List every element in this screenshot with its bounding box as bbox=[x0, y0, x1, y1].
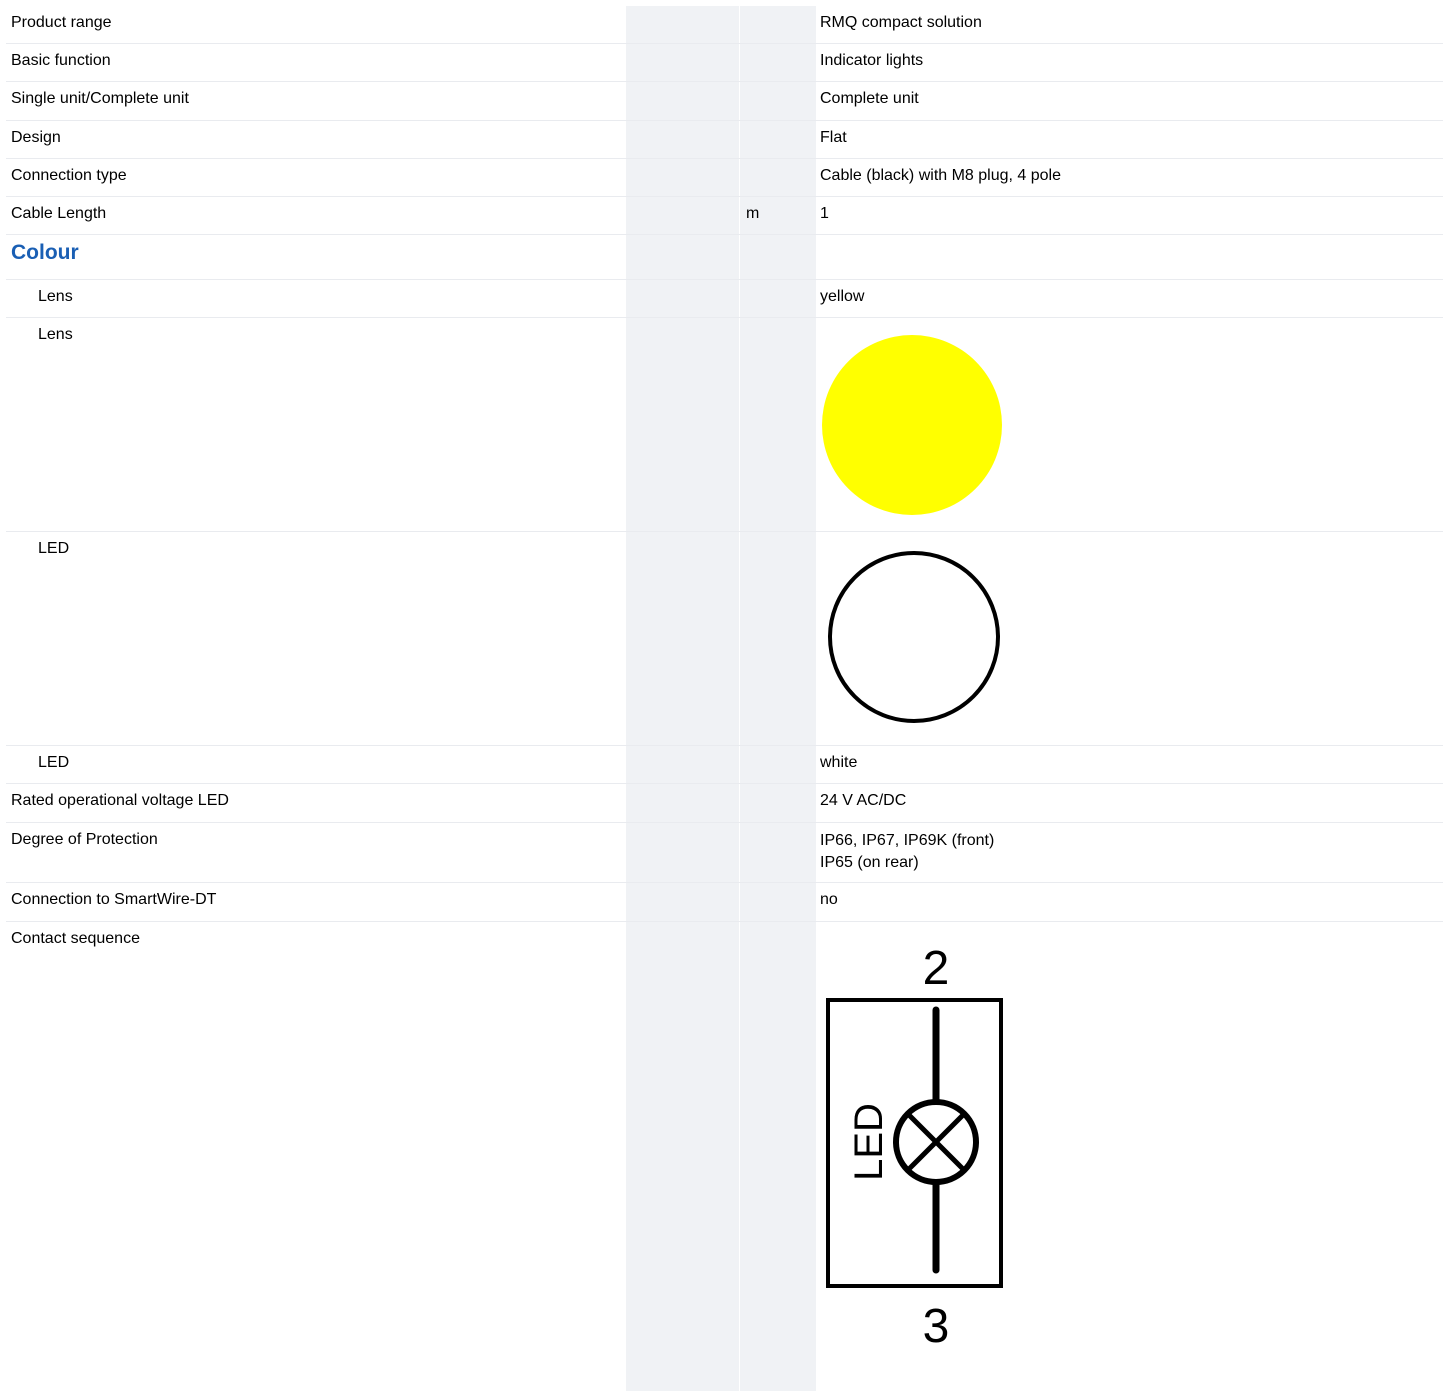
spec-row-contact-sequence: Contact sequence 2 LED 3 bbox=[6, 922, 1443, 1391]
led-circle-shape bbox=[828, 551, 1000, 723]
led-lamp-symbol bbox=[893, 1099, 979, 1185]
spec-value: Flat bbox=[820, 129, 847, 146]
spec-label: Lens bbox=[38, 326, 73, 343]
spec-row-design: Design Flat bbox=[6, 121, 1443, 159]
spec-value: no bbox=[820, 891, 838, 908]
top-terminal-number: 2 bbox=[923, 942, 950, 995]
spec-row-smartwire-dt: Connection to SmartWire-DT no bbox=[6, 883, 1443, 922]
spec-row-connection-type: Connection type Cable (black) with M8 pl… bbox=[6, 159, 1443, 197]
section-heading: Colour bbox=[11, 241, 79, 264]
spec-row-single-complete-unit: Single unit/Complete unit Complete unit bbox=[6, 82, 1443, 121]
spec-label: Degree of Protection bbox=[11, 831, 158, 848]
spec-value: Indicator lights bbox=[820, 52, 924, 69]
spec-row-basic-function: Basic function Indicator lights bbox=[6, 44, 1443, 82]
spec-row-lens-colour: Lens yellow bbox=[6, 280, 1443, 318]
spec-label: Design bbox=[11, 129, 61, 146]
spec-label: Basic function bbox=[11, 52, 111, 69]
led-colour-swatch bbox=[828, 551, 1000, 723]
spec-label: Single unit/Complete unit bbox=[11, 90, 189, 107]
spec-label: Product range bbox=[11, 14, 112, 31]
spec-row-rated-voltage: Rated operational voltage LED 24 V AC/DC bbox=[6, 784, 1443, 823]
spec-label: Lens bbox=[38, 288, 73, 305]
spec-value: yellow bbox=[820, 288, 865, 305]
product-spec-sheet: Product range RMQ compact solution Basic… bbox=[6, 6, 1443, 1391]
section-heading-colour: Colour bbox=[6, 235, 1443, 280]
spec-value: RMQ compact solution bbox=[820, 14, 982, 31]
spec-label: Rated operational voltage LED bbox=[11, 792, 229, 809]
lens-colour-swatch bbox=[822, 335, 1002, 515]
diagram-led-label: LED bbox=[847, 1103, 891, 1181]
spec-label: LED bbox=[38, 754, 70, 771]
spec-row-degree-of-protection: Degree of Protection IP66, IP67, IP69K (… bbox=[6, 823, 1443, 883]
spec-value: 1 bbox=[820, 205, 829, 222]
spec-label: Contact sequence bbox=[11, 930, 140, 947]
spec-label: Connection to SmartWire-DT bbox=[11, 891, 217, 908]
bottom-terminal-number: 3 bbox=[923, 1300, 950, 1350]
spec-value: IP66, IP67, IP69K (front) IP65 (on rear) bbox=[820, 832, 995, 871]
spec-value: 24 V AC/DC bbox=[820, 792, 907, 809]
spec-row-led-colour: LED white bbox=[6, 746, 1443, 784]
spec-row-led-swatch: LED bbox=[6, 532, 1443, 746]
spec-value: Complete unit bbox=[820, 90, 919, 107]
contact-sequence-diagram: 2 LED 3 bbox=[826, 942, 1003, 1350]
spec-row-cable-length: Cable Length m 1 bbox=[6, 197, 1443, 235]
lens-circle-shape bbox=[822, 335, 1002, 515]
spec-unit: m bbox=[746, 205, 760, 222]
spec-label: LED bbox=[38, 540, 70, 557]
spec-row-product-range: Product range RMQ compact solution bbox=[6, 6, 1443, 44]
spec-value: Cable (black) with M8 plug, 4 pole bbox=[820, 167, 1062, 184]
spec-label: Connection type bbox=[11, 167, 127, 184]
spec-value: white bbox=[820, 754, 858, 771]
spec-label: Cable Length bbox=[11, 205, 107, 222]
spec-row-lens-swatch: Lens bbox=[6, 318, 1443, 532]
